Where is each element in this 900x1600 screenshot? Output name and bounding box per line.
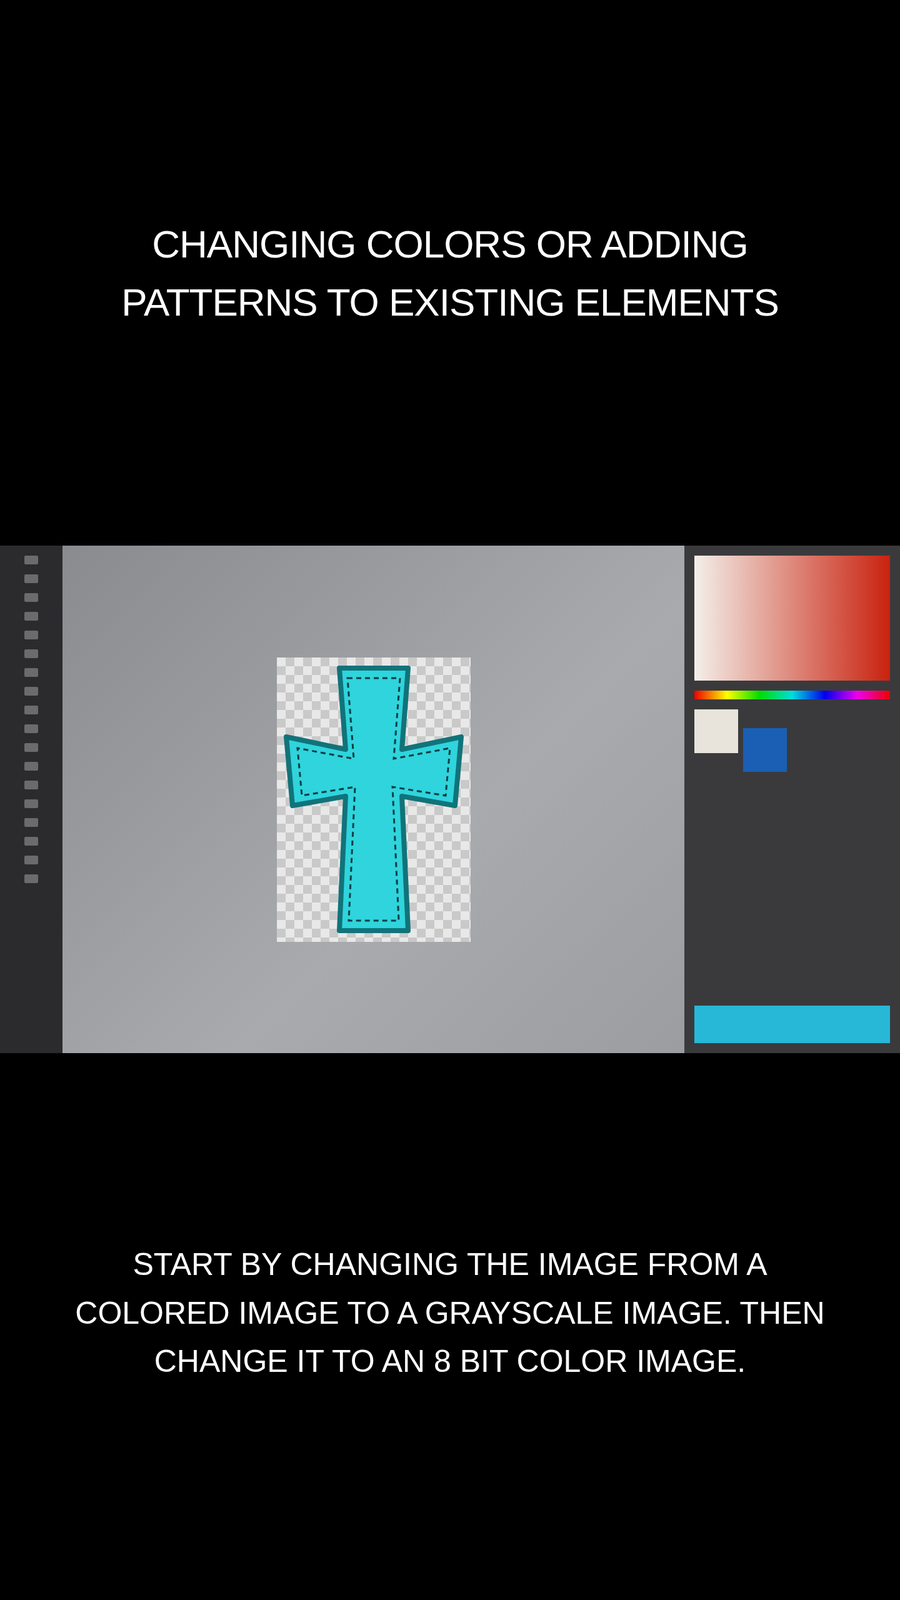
tool-icon[interactable] bbox=[24, 818, 39, 827]
tool-icon[interactable] bbox=[24, 780, 39, 790]
toolbar bbox=[0, 545, 63, 1054]
tool-icon[interactable] bbox=[24, 630, 39, 640]
tool-icon[interactable] bbox=[24, 874, 39, 884]
tool-icon[interactable] bbox=[24, 668, 39, 677]
tool-icon[interactable] bbox=[24, 705, 39, 715]
title-area: CHANGING COLORS OR ADDING PATTERNS TO EX… bbox=[0, 0, 900, 546]
caption-area: START BY CHANGING THE IMAGE FROM A COLOR… bbox=[0, 1053, 900, 1600]
color-picker[interactable] bbox=[694, 555, 890, 681]
title: CHANGING COLORS OR ADDING PATTERNS TO EX… bbox=[56, 215, 844, 332]
tool-icon[interactable] bbox=[24, 555, 39, 565]
hue-slider[interactable] bbox=[694, 690, 890, 700]
caption: START BY CHANGING THE IMAGE FROM A COLOR… bbox=[68, 1240, 832, 1387]
tool-icon[interactable] bbox=[24, 761, 39, 771]
foreground-swatch[interactable] bbox=[694, 709, 739, 754]
tool-icon[interactable] bbox=[24, 574, 39, 584]
side-panel bbox=[684, 545, 900, 1054]
tool-icon[interactable] bbox=[24, 724, 39, 734]
tool-icon[interactable] bbox=[24, 611, 39, 621]
layer-row[interactable] bbox=[694, 1005, 890, 1044]
tool-icon[interactable] bbox=[24, 649, 39, 659]
tool-icon[interactable] bbox=[24, 686, 39, 696]
tool-icon[interactable] bbox=[24, 743, 39, 752]
canvas bbox=[62, 545, 685, 1054]
tool-icon[interactable] bbox=[24, 593, 39, 602]
background-swatch[interactable] bbox=[743, 728, 787, 772]
cross-icon bbox=[280, 661, 468, 937]
tool-icon[interactable] bbox=[24, 799, 39, 809]
tool-icon[interactable] bbox=[24, 855, 39, 865]
document bbox=[276, 657, 471, 942]
tool-icon[interactable] bbox=[24, 836, 39, 846]
video-frame bbox=[0, 545, 900, 1054]
